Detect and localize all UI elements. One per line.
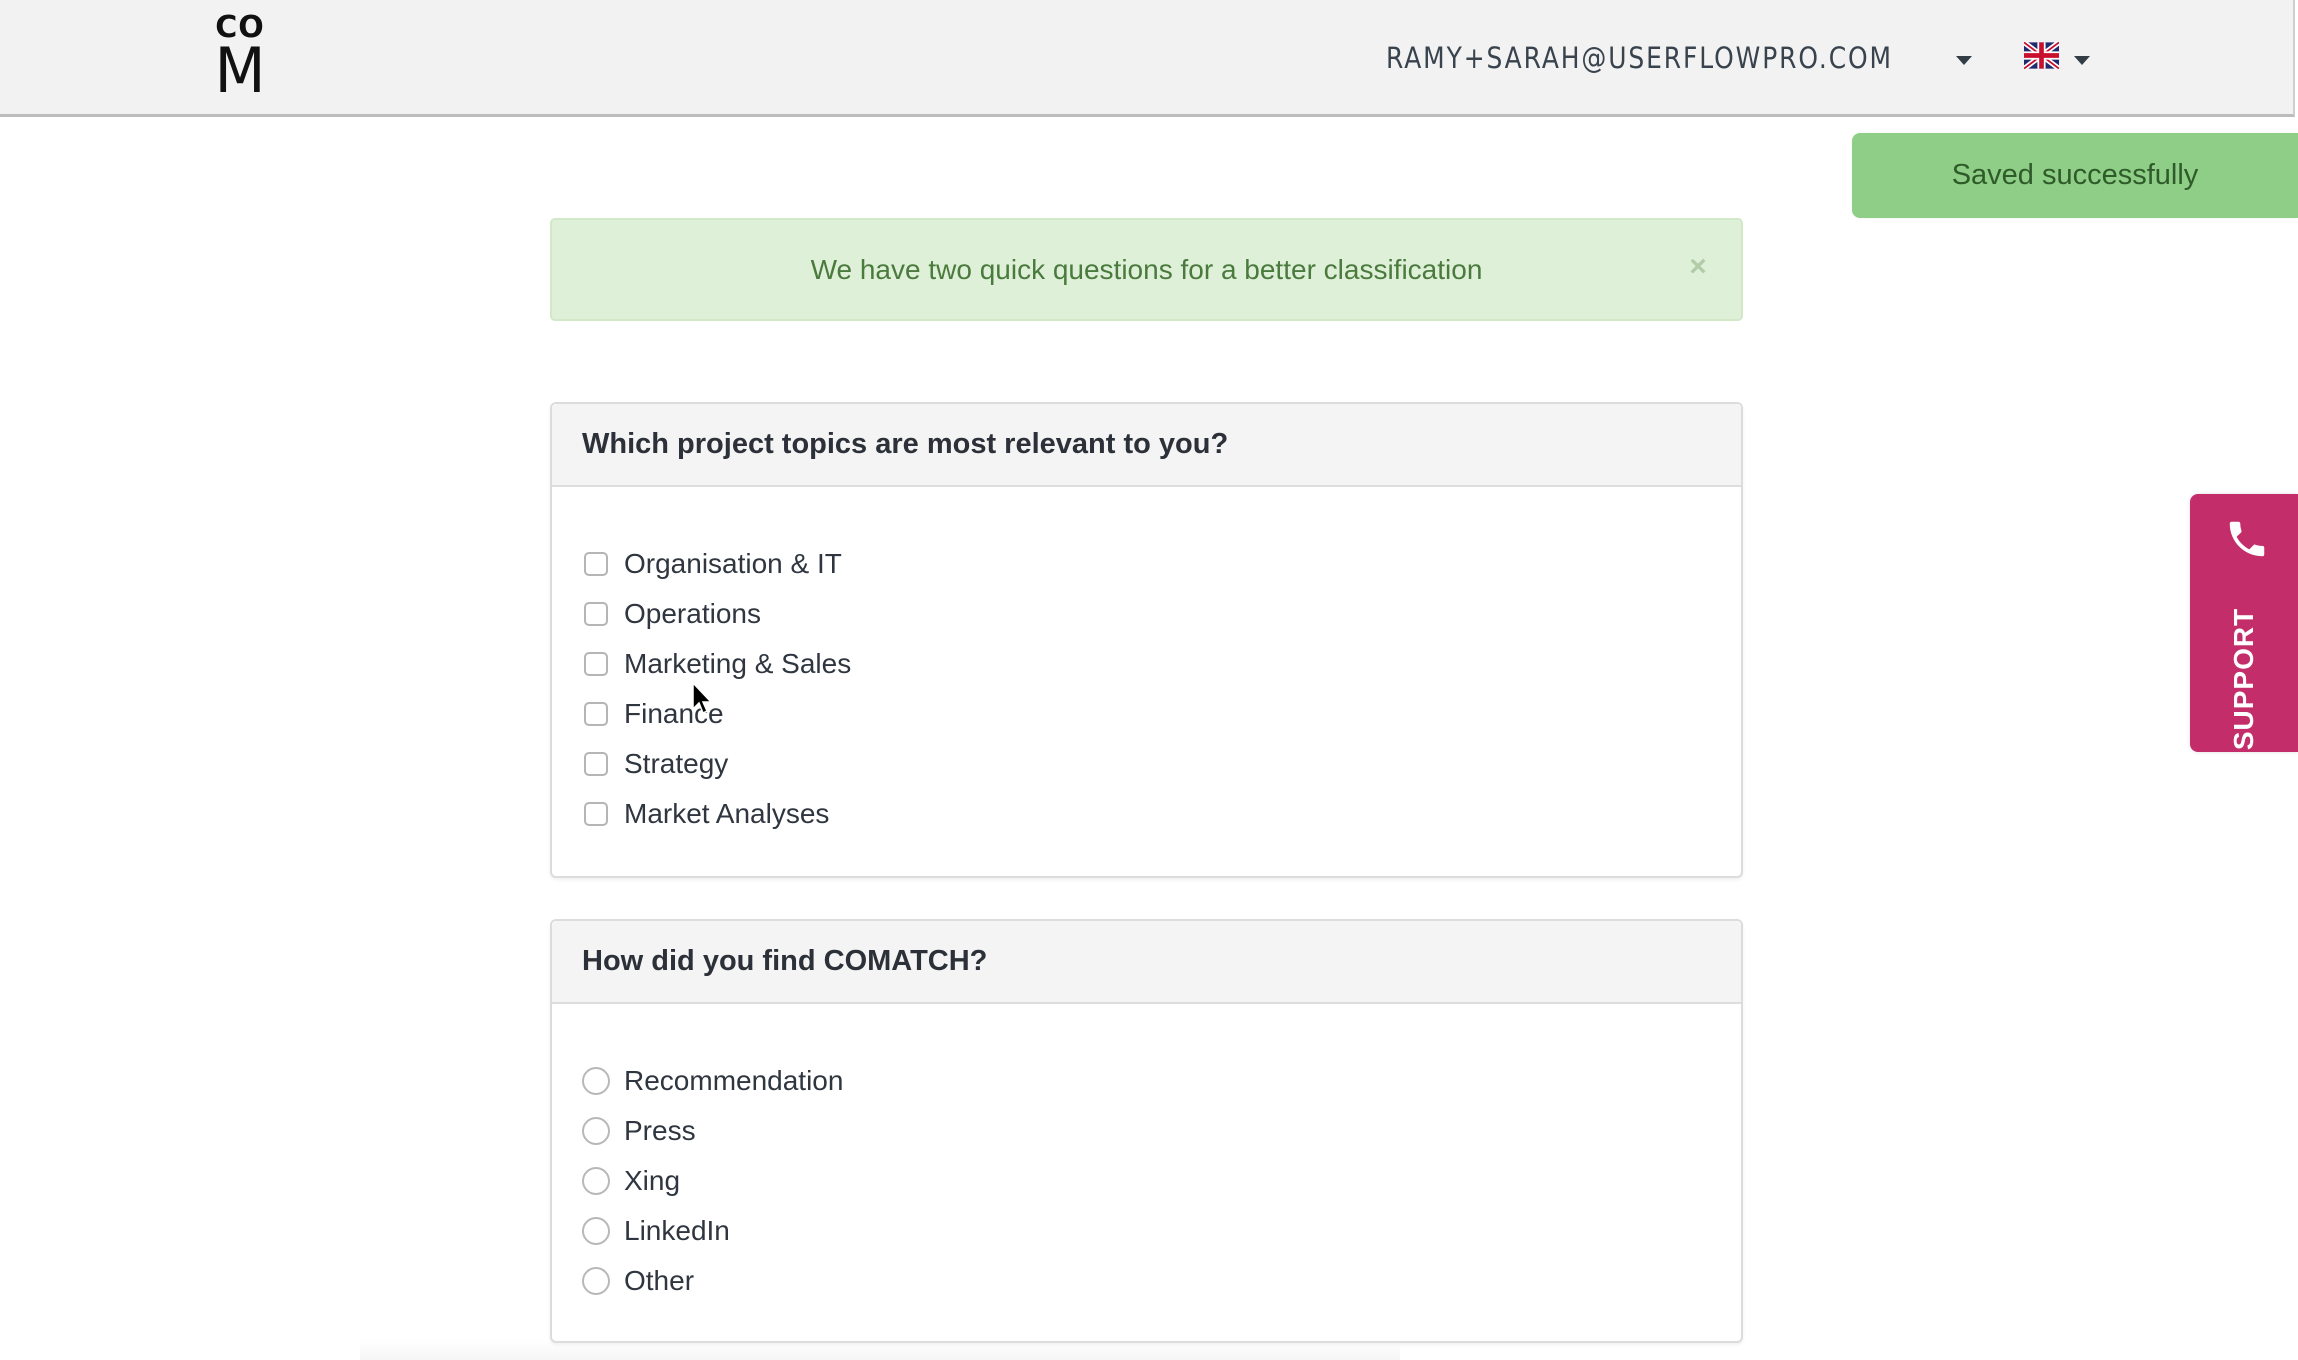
option-label: Operations [624, 598, 761, 629]
option-label: Recommendation [624, 1065, 844, 1096]
panel-title: How did you find COMATCH? [552, 921, 1741, 1004]
support-tab[interactable]: SUPPORT [2190, 494, 2298, 752]
option-label: Press [624, 1115, 696, 1146]
checkbox[interactable] [584, 752, 608, 776]
option-other[interactable]: Other [582, 1256, 1711, 1306]
success-toast: Saved successfully [1852, 133, 2298, 218]
checkbox[interactable] [584, 552, 608, 576]
option-marketing-sales[interactable]: Marketing & Sales [582, 639, 1711, 689]
option-label: LinkedIn [624, 1215, 730, 1246]
option-recommendation[interactable]: Recommendation [582, 1056, 1711, 1106]
checkbox[interactable] [584, 652, 608, 676]
toast-message: Saved successfully [1951, 159, 2199, 191]
caret-down-icon[interactable] [1956, 56, 1972, 65]
close-icon[interactable]: × [1683, 252, 1713, 282]
option-label: Organisation & IT [624, 548, 842, 579]
option-strategy[interactable]: Strategy [582, 739, 1711, 789]
radio-button[interactable] [582, 1067, 610, 1095]
option-label: Xing [624, 1165, 681, 1196]
uk-flag-icon [2024, 42, 2059, 69]
radio-group: Recommendation Press Xing LinkedIn Other [552, 1004, 1741, 1306]
logo-line-2: M [214, 34, 266, 107]
checkbox[interactable] [584, 702, 608, 726]
radio-button[interactable] [582, 1167, 610, 1195]
phone-icon [2229, 521, 2265, 557]
radio-button[interactable] [582, 1217, 610, 1245]
top-navbar: CO M RAMY+SARAH@USERFLOWPRO.COM [0, 0, 2295, 117]
option-finance[interactable]: Finance [582, 689, 1711, 739]
option-label: Strategy [624, 748, 729, 779]
panel-title: Which project topics are most relevant t… [552, 404, 1741, 487]
support-label: SUPPORT [2228, 607, 2259, 751]
checkbox-group: Organisation & IT Operations Marketing &… [552, 487, 1741, 839]
user-account-menu[interactable]: RAMY+SARAH@USERFLOWPRO.COM [1386, 36, 1975, 80]
option-organisation-it[interactable]: Organisation & IT [582, 539, 1711, 589]
option-label: Market Analyses [624, 798, 830, 829]
info-alert: We have two quick questions for a better… [550, 218, 1743, 321]
comatch-logo[interactable]: CO M [208, 13, 272, 107]
radio-button[interactable] [582, 1267, 610, 1295]
language-selector[interactable] [2024, 40, 2094, 76]
option-xing[interactable]: Xing [582, 1156, 1711, 1206]
option-press[interactable]: Press [582, 1106, 1711, 1156]
option-market-analyses[interactable]: Market Analyses [582, 789, 1711, 839]
option-label: Other [624, 1265, 695, 1296]
option-linkedin[interactable]: LinkedIn [582, 1206, 1711, 1256]
bottom-shadow [360, 1340, 1400, 1360]
question-panel-referral-source: How did you find COMATCH? Recommendation… [550, 919, 1743, 1343]
option-label: Finance [624, 698, 724, 729]
radio-button[interactable] [582, 1117, 610, 1145]
checkbox[interactable] [584, 602, 608, 626]
checkbox[interactable] [584, 802, 608, 826]
option-label: Marketing & Sales [624, 648, 852, 679]
user-email: RAMY+SARAH@USERFLOWPRO.COM [1386, 41, 1893, 75]
caret-down-icon [2074, 56, 2090, 65]
option-operations[interactable]: Operations [582, 589, 1711, 639]
question-panel-project-topics: Which project topics are most relevant t… [550, 402, 1743, 878]
alert-message: We have two quick questions for a better… [810, 253, 1483, 285]
